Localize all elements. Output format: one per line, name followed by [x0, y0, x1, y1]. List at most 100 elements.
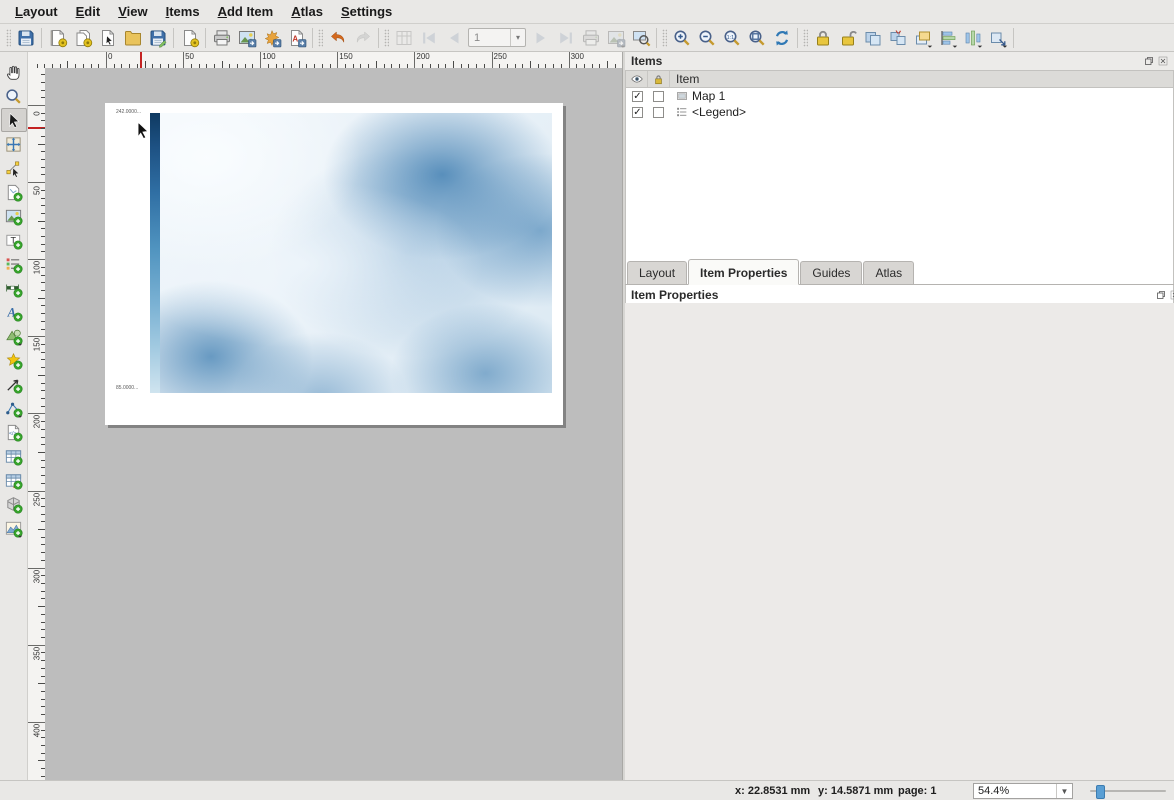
tool-add-marker-button[interactable] [1, 348, 27, 372]
save-as-template-button[interactable] [145, 25, 170, 50]
save-project-button[interactable] [13, 25, 38, 50]
layout-manager-icon [98, 28, 118, 48]
tool-move-item-content-button[interactable] [1, 132, 27, 156]
tool-zoom-tool-button[interactable] [1, 84, 27, 108]
item-column-header: Item [670, 72, 699, 86]
preview-atlas-button[interactable] [628, 25, 653, 50]
status-y-coordinate: y: 14.5871 mm [818, 785, 893, 797]
item-properties-close-icon[interactable] [1169, 289, 1174, 300]
unlock-all-items-button[interactable] [835, 25, 860, 50]
raise-items-button[interactable] [910, 25, 935, 50]
atlas-settings-icon [394, 28, 414, 48]
tool-add-attribute-table-button[interactable] [1, 444, 27, 468]
ruler-tick [106, 52, 107, 68]
atlas-last-feature-button [553, 25, 578, 50]
items-dock-title: Items [625, 52, 1174, 69]
menu-edit[interactable]: Edit [67, 1, 110, 22]
tool-add-shape-button[interactable] [1, 324, 27, 348]
visibility-checkbox[interactable]: ✓ [632, 91, 643, 102]
menu-settings[interactable]: Settings [332, 1, 401, 22]
redo-icon [353, 28, 373, 48]
duplicate-layout-icon [73, 28, 93, 48]
layout-canvas[interactable]: 242.0000... 85.0000... [45, 68, 622, 780]
export-as-svg-button[interactable] [259, 25, 284, 50]
zoom-slider-handle[interactable] [1096, 785, 1105, 799]
menu-view[interactable]: View [109, 1, 156, 22]
lock-checkbox[interactable] [653, 91, 664, 102]
zoom-actual-size-button[interactable]: 1:1 [719, 25, 744, 50]
tab-atlas[interactable]: Atlas [863, 261, 914, 284]
zoom-in-button[interactable] [669, 25, 694, 50]
toolbar-separator [378, 28, 379, 48]
visibility-checkbox[interactable]: ✓ [632, 107, 643, 118]
items-tree-row[interactable]: ✓Map 1 [626, 88, 1173, 104]
tool-add-elevation-profile-button[interactable] [1, 516, 27, 540]
zoom-tool-icon [4, 87, 23, 106]
lock-checkbox[interactable] [653, 107, 664, 118]
zoom-out-button[interactable] [694, 25, 719, 50]
tool-add-map-button[interactable] [1, 180, 27, 204]
export-as-image-button[interactable] [234, 25, 259, 50]
tool-add-label-button[interactable]: T [1, 228, 27, 252]
print-layout-button[interactable] [209, 25, 234, 50]
export-as-pdf-button[interactable]: A [284, 25, 309, 50]
tool-add-picture-button[interactable] [1, 204, 27, 228]
zoom-combo-caret-icon[interactable]: ▼ [1056, 784, 1072, 798]
zoom-full-extent-button[interactable] [744, 25, 769, 50]
add-north-arrow-icon: A [4, 303, 23, 322]
tool-add-arrow-button[interactable] [1, 372, 27, 396]
add-items-from-template-button[interactable] [120, 25, 145, 50]
tool-add-scale-bar-button[interactable] [1, 276, 27, 300]
menu-atlas[interactable]: Atlas [282, 1, 332, 22]
ruler-tick [38, 144, 45, 145]
hruler-label: 50 [185, 52, 194, 61]
items-close-icon[interactable] [1157, 55, 1168, 66]
tool-edit-nodes-item-button[interactable] [1, 156, 27, 180]
unlock-all-items-icon [838, 28, 858, 48]
print-atlas-button [578, 25, 603, 50]
duplicate-layout-button[interactable] [70, 25, 95, 50]
print-atlas-icon [581, 28, 601, 48]
tab-guides[interactable]: Guides [800, 261, 862, 284]
new-layout-button[interactable] [45, 25, 70, 50]
menu-add-item[interactable]: Add Item [209, 1, 283, 22]
map-item-frame[interactable] [160, 113, 552, 393]
align-items-button[interactable] [935, 25, 960, 50]
hruler-label: 250 [494, 52, 507, 61]
tool-add-3d-map-button[interactable] [1, 492, 27, 516]
tool-add-node-item-button[interactable] [1, 396, 27, 420]
zoom-level-combobox[interactable]: 54.4% ▼ [973, 783, 1073, 799]
refresh-view-button[interactable] [769, 25, 794, 50]
tool-add-legend-button[interactable] [1, 252, 27, 276]
add-legend-icon [4, 255, 23, 274]
tool-select-move-item-button[interactable] [1, 108, 27, 132]
add-marker-icon [4, 351, 23, 370]
ruler-tick [183, 52, 184, 68]
items-tree-row[interactable]: ✓<Legend> [626, 104, 1173, 120]
zoom-full-extent-icon [747, 28, 767, 48]
lock-selected-items-button[interactable] [810, 25, 835, 50]
layout-manager-button[interactable] [95, 25, 120, 50]
tab-layout[interactable]: Layout [627, 261, 687, 284]
tool-add-fixed-table-button[interactable] [1, 468, 27, 492]
group-items-button[interactable] [860, 25, 885, 50]
tool-add-north-arrow-button[interactable]: A [1, 300, 27, 324]
item-properties-float-icon[interactable] [1155, 289, 1166, 300]
tool-pan-layout-button[interactable] [1, 60, 27, 84]
distribute-items-button[interactable] [960, 25, 985, 50]
tool-add-html-button[interactable]: </> [1, 420, 27, 444]
tab-item-properties[interactable]: Item Properties [688, 259, 799, 285]
ungroup-items-button[interactable] [885, 25, 910, 50]
add-fixed-table-icon [4, 471, 23, 490]
export-atlas-icon [606, 28, 626, 48]
undo-button[interactable] [325, 25, 350, 50]
menu-layout[interactable]: Layout [6, 1, 67, 22]
ruler-tick [38, 683, 45, 684]
menu-items[interactable]: Items [157, 1, 209, 22]
legend-color-ramp[interactable] [150, 113, 160, 393]
new-report-button[interactable] [177, 25, 202, 50]
atlas-feature-combobox[interactable]: 1▾ [468, 28, 526, 47]
items-float-icon[interactable] [1143, 55, 1154, 66]
toolbar-separator [41, 28, 42, 48]
resize-items-button[interactable] [985, 25, 1010, 50]
